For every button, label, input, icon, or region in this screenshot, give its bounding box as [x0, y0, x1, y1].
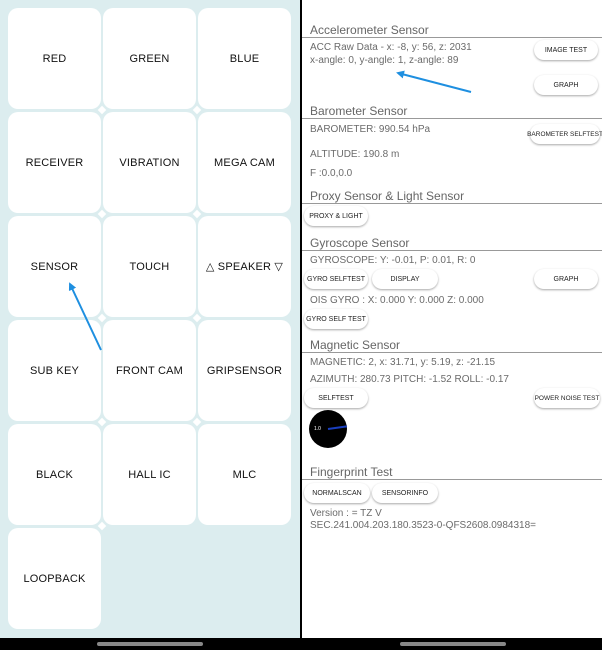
fingerprint-title: Fingerprint Test [310, 465, 393, 479]
divider [302, 203, 602, 204]
divider [302, 250, 602, 251]
divider [302, 352, 602, 353]
gyro-graph-button[interactable]: GRAPH [534, 269, 598, 289]
grid-separator [97, 209, 107, 219]
proxy-light-button[interactable]: PROXY & LIGHT [304, 206, 368, 226]
grid-separator [192, 313, 202, 323]
red-button[interactable]: RED [8, 8, 101, 109]
hall-ic-button[interactable]: HALL IC [103, 424, 196, 525]
vibration-button[interactable]: VIBRATION [103, 112, 196, 213]
barometer-value: BAROMETER: 990.54 hPa [310, 124, 431, 135]
normalscan-button[interactable]: NORMALSCAN [304, 483, 370, 503]
compass-icon: 1.0 [309, 410, 347, 448]
black-button[interactable]: BLACK [8, 424, 101, 525]
touch-button[interactable]: TOUCH [103, 216, 196, 317]
home-gesture-pill[interactable] [97, 642, 203, 646]
home-gesture-pill[interactable] [400, 642, 506, 646]
accelerometer-title: Accelerometer Sensor [310, 23, 429, 37]
magnetic-value: MAGNETIC: 2, x: 31.71, y: 5.19, z: -21.1… [310, 357, 496, 368]
grid-separator [192, 209, 202, 219]
sensor-test-panel: Accelerometer Sensor ACC Raw Data - x: -… [302, 0, 602, 638]
azimuth-value: AZIMUTH: 280.73 PITCH: -1.52 ROLL: -0.17 [310, 374, 509, 385]
barometer-title: Barometer Sensor [310, 104, 408, 118]
grid-separator [97, 521, 107, 531]
proxy-light-title: Proxy Sensor & Light Sensor [310, 189, 465, 203]
grid-separator [97, 313, 107, 323]
grid-separator [192, 417, 202, 427]
grid-separator [97, 105, 107, 115]
fingerprint-version: Version : = TZ V [310, 508, 382, 519]
accel-graph-button[interactable]: GRAPH [534, 75, 598, 95]
acc-raw-data: ACC Raw Data - x: -8, y: 56, z: 2031 [310, 42, 472, 53]
loopback-button[interactable]: LOOPBACK [8, 528, 101, 629]
gripsensor-button[interactable]: GRIPSENSOR [198, 320, 291, 421]
test-menu-panel: RED GREEN BLUE RECEIVER VIBRATION MEGA C… [0, 0, 300, 638]
gyroscope-title: Gyroscope Sensor [310, 236, 410, 250]
gyro-display-button[interactable]: DISPLAY [372, 269, 438, 289]
compass-label: 1.0 [314, 426, 321, 432]
receiver-button[interactable]: RECEIVER [8, 112, 101, 213]
altitude-value: ALTITUDE: 190.8 m [310, 149, 400, 160]
f-value: F :0.0,0.0 [310, 168, 353, 179]
mag-selftest-button[interactable]: SELFTEST [304, 388, 368, 408]
power-noise-test-button[interactable]: POWER NOISE TEST [534, 388, 600, 408]
divider [302, 37, 602, 38]
gyro-selftest-button[interactable]: GYRO SELFTEST [304, 269, 368, 289]
gyro-self-test-button[interactable]: GYRO SELF TEST [304, 309, 368, 329]
sub-key-button[interactable]: SUB KEY [8, 320, 101, 421]
mega-cam-button[interactable]: MEGA CAM [198, 112, 291, 213]
magnetic-title: Magnetic Sensor [310, 338, 401, 352]
image-test-button[interactable]: IMAGE TEST [534, 40, 598, 60]
fingerprint-sec-version: SEC.241.004.203.180.3523-0-QFS2608.09843… [310, 520, 537, 531]
blue-button[interactable]: BLUE [198, 8, 291, 109]
gyroscope-value: GYROSCOPE: Y: -0.01, P: 0.01, R: 0 [310, 255, 476, 266]
front-cam-button[interactable]: FRONT CAM [103, 320, 196, 421]
speaker-button[interactable]: △ SPEAKER ▽ [198, 216, 291, 317]
sensorinfo-button[interactable]: SENSORINFO [372, 483, 438, 503]
green-button[interactable]: GREEN [103, 8, 196, 109]
grid-separator [97, 417, 107, 427]
mlc-button[interactable]: MLC [198, 424, 291, 525]
barometer-selftest-button[interactable]: BAROMETER SELFTEST [527, 124, 602, 144]
divider [302, 118, 602, 119]
ois-gyro-value: OIS GYRO : X: 0.000 Y: 0.000 Z: 0.000 [310, 295, 484, 306]
grid-separator [192, 105, 202, 115]
acc-angles: x-angle: 0, y-angle: 1, z-angle: 89 [310, 55, 459, 66]
sensor-button[interactable]: SENSOR [8, 216, 101, 317]
divider [302, 479, 602, 480]
